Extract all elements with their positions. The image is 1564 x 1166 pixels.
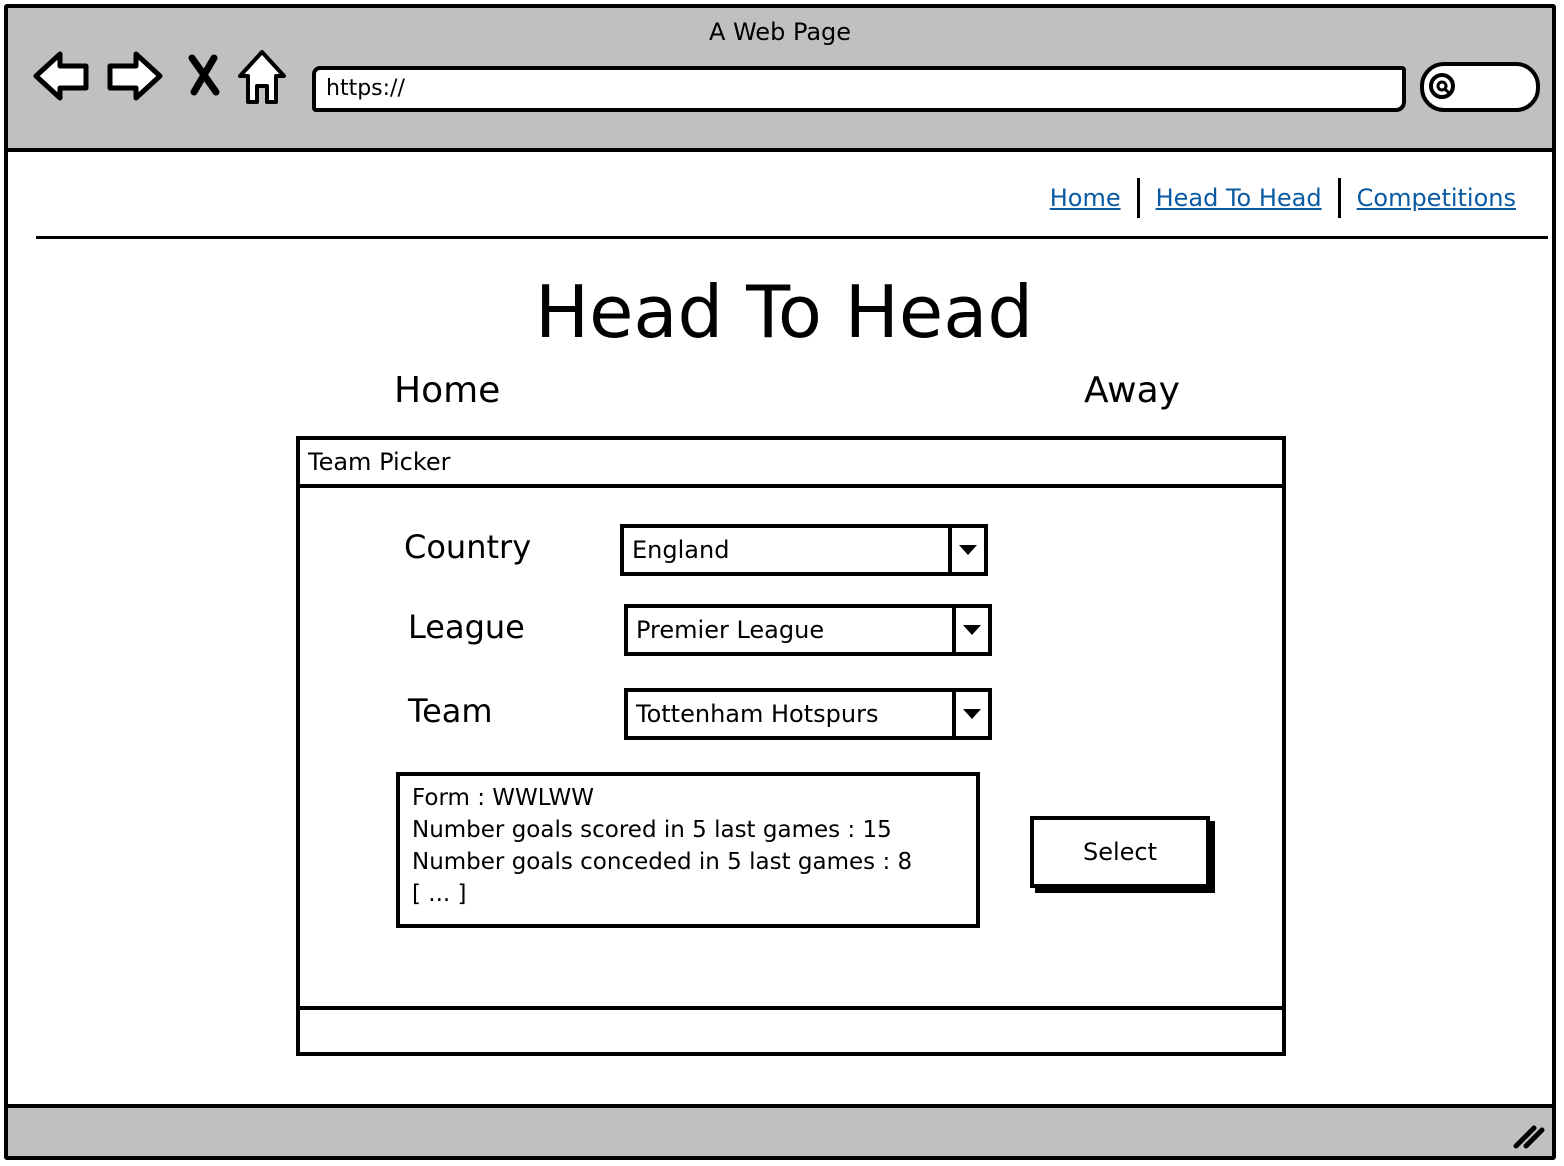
home-side-label: Home [394, 370, 501, 411]
league-select-value: Premier League [636, 616, 825, 644]
team-picker-panel: Team Picker Country England League Premi… [296, 436, 1286, 1056]
team-stats-box: Form : WWLWW Number goals scored in 5 la… [396, 772, 980, 928]
nav-link-competitions[interactable]: Competitions [1357, 184, 1516, 212]
nav-divider [1337, 178, 1341, 218]
away-side-label: Away [1084, 370, 1180, 411]
browser-window: A Web Page https:// Home Head To Head Co… [4, 4, 1556, 1160]
search-icon [1429, 73, 1455, 99]
forward-arrow-icon[interactable] [104, 48, 164, 104]
stat-line: Number goals conceded in 5 last games : … [412, 849, 913, 875]
country-select[interactable]: England [620, 524, 988, 576]
select-button[interactable]: Select [1030, 816, 1210, 888]
team-select-value: Tottenham Hotspurs [636, 700, 879, 728]
team-picker-title: Team Picker [300, 440, 1282, 488]
stat-line: Number goals scored in 5 last games : 15 [412, 817, 892, 843]
team-label: Team [408, 692, 493, 730]
window-title: A Web Page [708, 18, 852, 46]
chevron-down-icon[interactable] [952, 692, 988, 736]
chevron-down-icon[interactable] [952, 608, 988, 652]
header-divider [36, 236, 1548, 239]
page-title: Head To Head [534, 270, 1034, 354]
home-icon[interactable] [236, 48, 288, 108]
chevron-down-icon[interactable] [948, 528, 984, 572]
nav-divider [1136, 178, 1140, 218]
league-select[interactable]: Premier League [624, 604, 992, 656]
search-box[interactable] [1420, 62, 1540, 112]
url-bar[interactable]: https:// [312, 66, 1406, 112]
top-navigation: Home Head To Head Competitions [1050, 178, 1516, 218]
team-picker-footer [300, 1006, 1282, 1052]
close-x-icon[interactable] [186, 54, 222, 98]
nav-link-home[interactable]: Home [1050, 184, 1121, 212]
status-bar [8, 1104, 1552, 1156]
team-select[interactable]: Tottenham Hotspurs [624, 688, 992, 740]
country-select-value: England [632, 536, 730, 564]
league-label: League [408, 608, 525, 646]
stat-line: Form : WWLWW [412, 785, 594, 811]
nav-link-head-to-head[interactable]: Head To Head [1156, 184, 1322, 212]
country-label: Country [404, 528, 532, 566]
stat-line: [ ... ] [412, 881, 467, 907]
back-arrow-icon[interactable] [32, 48, 92, 104]
browser-chrome: A Web Page https:// [8, 8, 1552, 152]
resize-grip-icon[interactable] [1512, 1120, 1546, 1150]
